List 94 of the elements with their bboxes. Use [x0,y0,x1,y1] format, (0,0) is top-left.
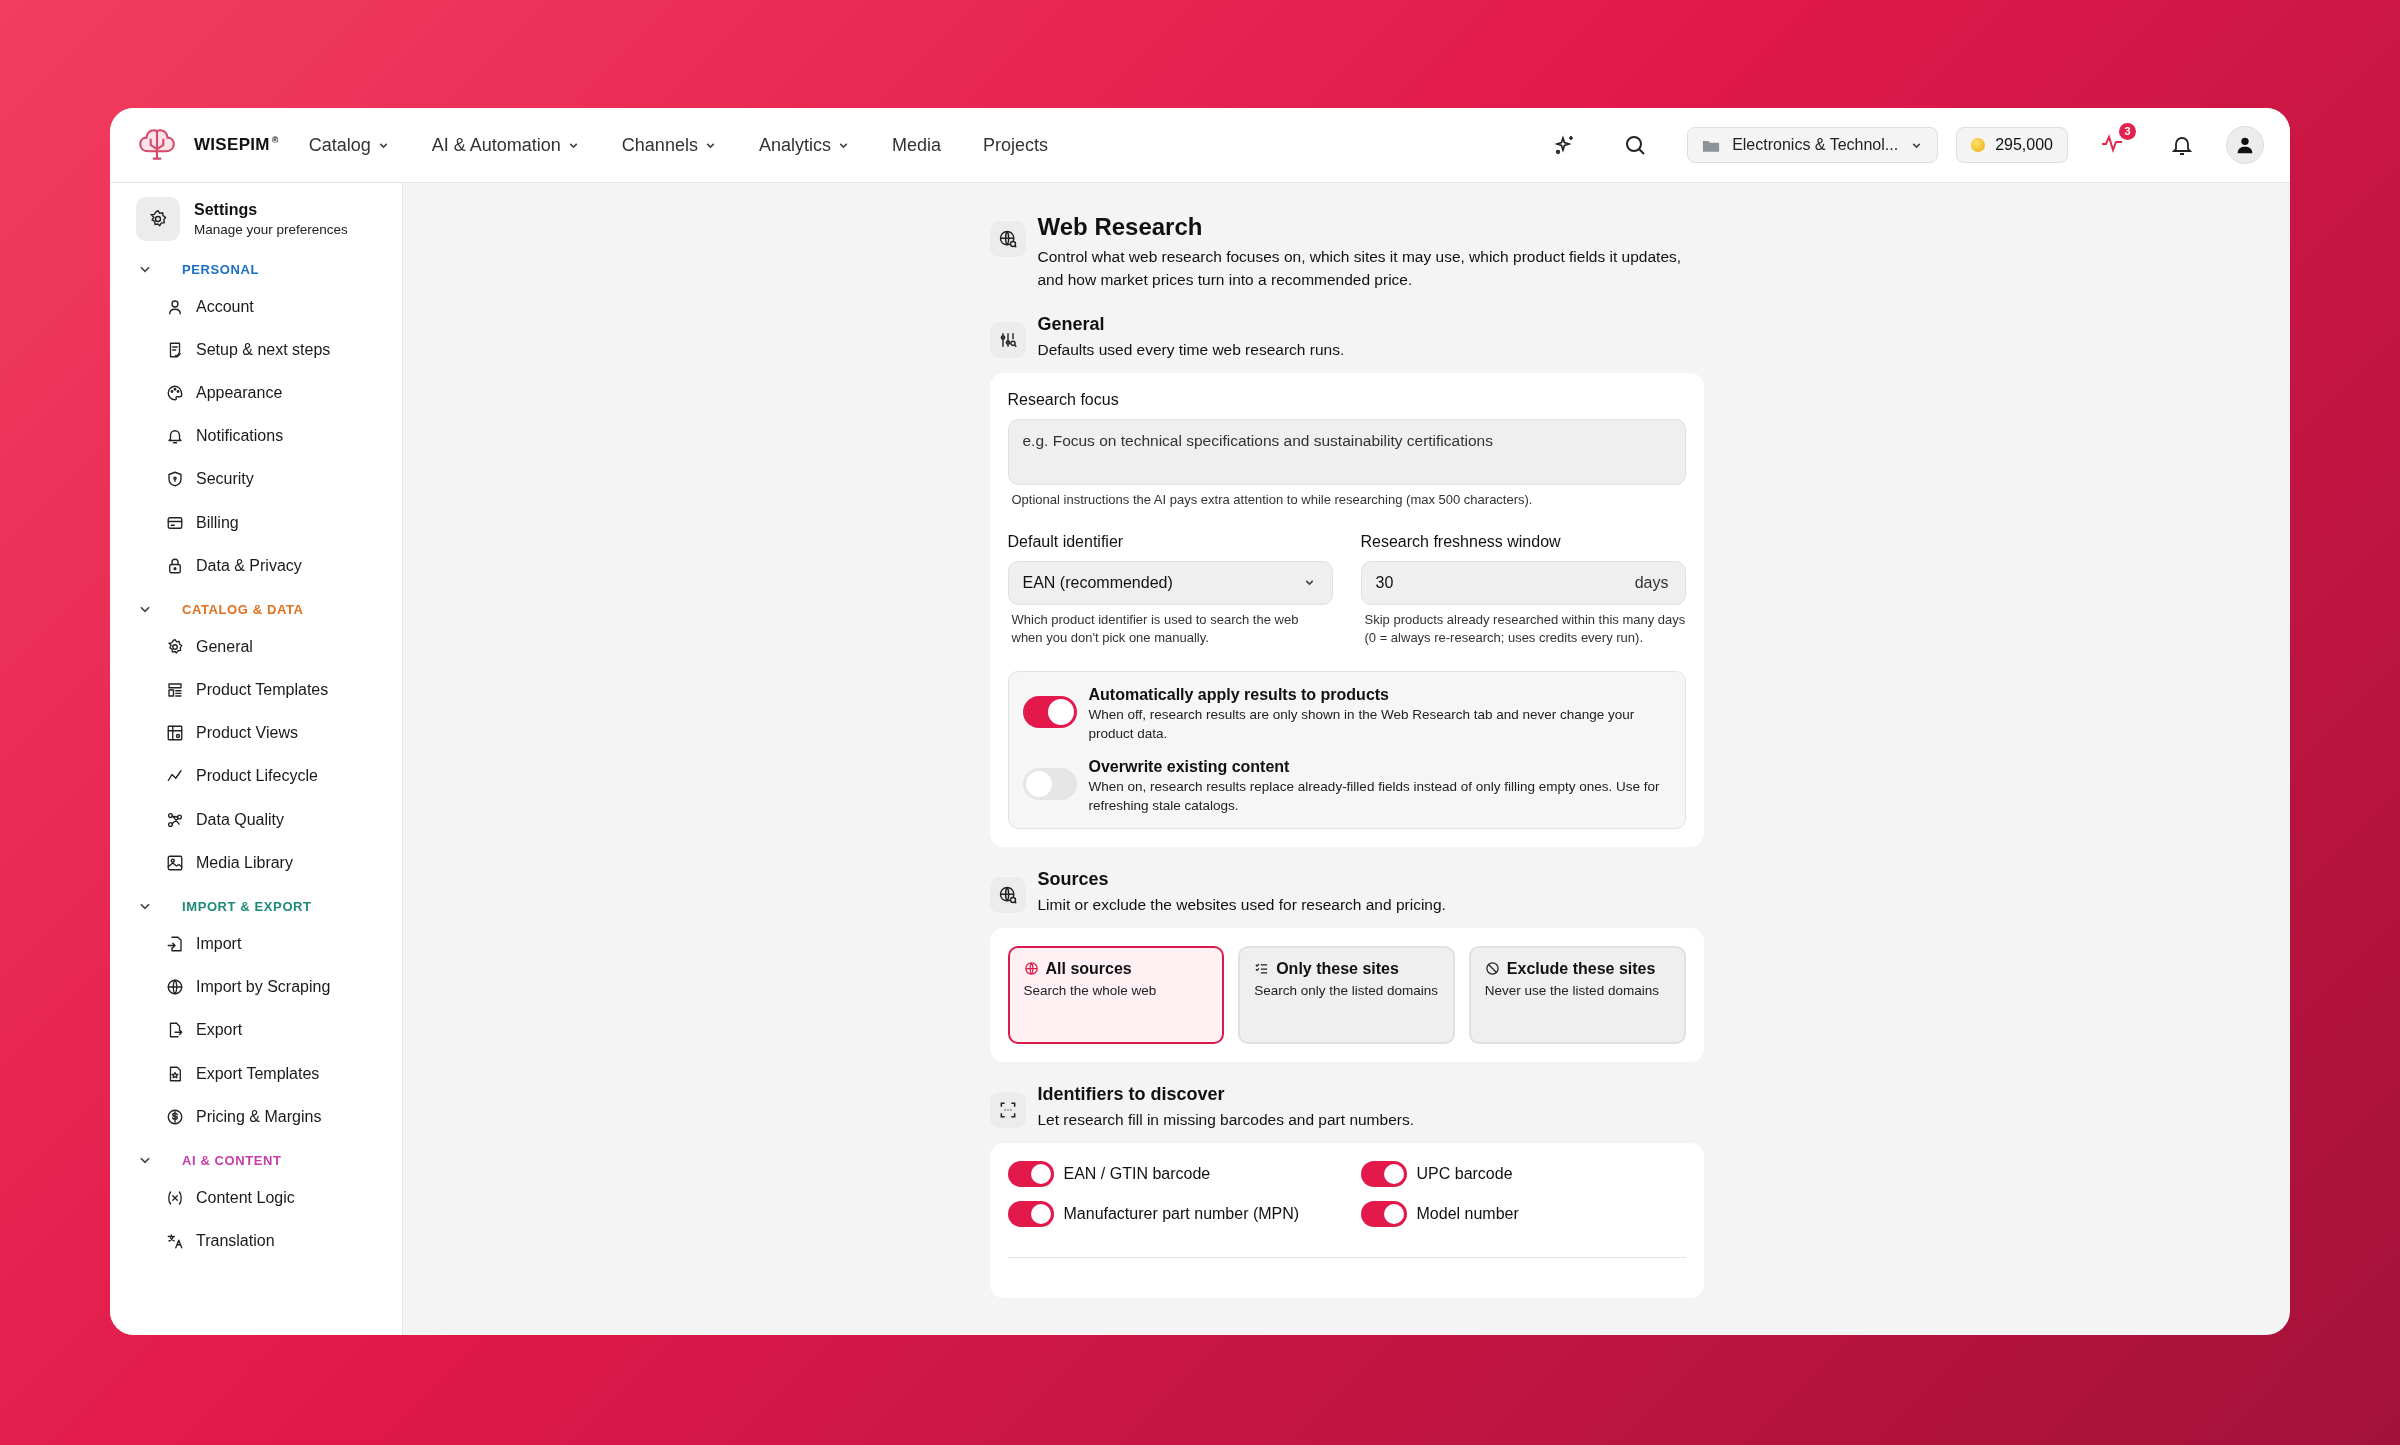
sidebar-item[interactable]: Billing [136,500,402,545]
identifier-select[interactable]: EAN (recommended) [1007,560,1333,605]
sidebar-item[interactable]: Account [136,285,402,329]
settings-icon [136,197,180,241]
toggle-description: When off, research results are only shown in the Web Research tab and never change your product data. [1088,706,1636,743]
toggle-title: Overwrite existing content [1088,757,1291,776]
menu-item-icon [166,383,184,402]
sidebar-item[interactable]: Media Library [136,841,402,885]
globe-search-icon [989,221,1026,257]
sidebar-item[interactable]: Import by Scraping [136,965,402,1009]
scan-icon [989,1091,1026,1128]
nav-menu-item[interactable]: Analytics [758,134,850,156]
credits-button[interactable]: 295,000 [1956,127,2068,163]
sidebar-item[interactable]: General [136,625,402,669]
toggle-title: Automatically apply results to products [1088,686,1390,705]
toggle-description: When on, research results replace already-filled fields instead of only filling empty ones. Use for refreshing stale catalogs. [1088,777,1661,815]
menu-item-icon [166,935,184,954]
sidebar-title: Settings [194,201,259,219]
menu-item-icon [166,556,184,575]
page-description: Control what web research focuses on, which sites it may use, which product fields it updates, and how market prices turn into a recommended price. [1037,247,1683,291]
source-option[interactable]: All sources Search the whole web [1007,945,1225,1044]
sidebar-item[interactable]: Content Logic [136,1176,402,1220]
section-title: General [1037,313,1106,335]
toggle-switch[interactable] [1022,696,1077,729]
sidebar-item[interactable]: Product Templates [136,668,402,712]
field-hint: Which product identifier is used to search the web when you don't pick one manually. [1011,610,1300,647]
toggle-switch[interactable] [1007,1160,1054,1187]
sidebar-item[interactable]: Notifications [136,414,402,458]
menu-item-icon [166,1107,184,1126]
menu-item-icon [166,978,184,997]
field-label: Default identifier [1007,532,1125,551]
avatar[interactable] [2226,126,2264,164]
sidebar-item[interactable]: Export Templates [136,1052,402,1096]
nav-menu-item[interactable]: Media [891,134,941,156]
field-hint: Optional instructions the AI pays extra attention to while researching (max 500 characters). [1011,490,1534,509]
sidebar-item[interactable]: Product Lifecycle [136,754,402,799]
menu-item-icon [166,427,184,446]
menu-item-icon [166,853,184,872]
freshness-field[interactable]: 30 days [1360,560,1686,605]
sidebar-item[interactable]: Pricing & Margins [136,1095,402,1139]
toggle-switch[interactable] [1360,1200,1407,1227]
group-heading[interactable]: AI & CONTENT [182,1152,282,1168]
sidebar-item[interactable]: Security [136,457,402,501]
nav-menu-item[interactable]: Catalog [308,134,390,156]
sidebar-item[interactable]: Data Quality [136,798,402,842]
toggle-switch[interactable] [1007,1200,1054,1227]
sidebar-item[interactable]: Setup & next steps [136,328,402,372]
group-heading[interactable]: IMPORT & EXPORT [182,898,312,914]
toggle-switch[interactable] [1022,767,1077,800]
source-option[interactable]: Exclude these sites Never use the listed domains [1468,945,1686,1044]
source-option-icon [1254,961,1270,977]
toggle-label: Manufacturer part number (MPN) [1063,1204,1300,1223]
menu-item-icon [166,810,184,829]
research-focus-field[interactable]: e.g. Focus on technical specifications and sustainability certifications [1007,418,1686,485]
toggle-label: EAN / GTIN barcode [1063,1164,1211,1183]
nav-menu-item[interactable]: Channels [621,134,717,156]
source-option-icon [1484,961,1500,977]
group-heading[interactable]: PERSONAL [182,261,260,277]
sidebar-item[interactable]: Export [136,1008,402,1052]
toggle-switch[interactable] [1360,1160,1407,1187]
page-title: Web Research [1037,213,1204,241]
section-description: Let research fill in missing barcodes and part numbers. [1037,1110,1414,1129]
workspace-dropdown[interactable]: Electronics & Technol... [1687,127,1939,163]
menu-item-icon [166,724,184,743]
source-option-icon [1023,961,1039,977]
field-hint: Skip products already researched within this many days (0 = always re-research; uses credits every run). [1364,610,1686,647]
sidebar-item[interactable]: Appearance [136,371,402,415]
sidebar-item[interactable]: Translation [136,1219,402,1263]
sidebar-item[interactable]: Data & Privacy [136,544,402,588]
globe-search-icon [989,876,1026,913]
sidebar-item[interactable]: Import [136,922,402,966]
field-label: Research focus [1007,390,1120,409]
brand-name[interactable]: WISEPIM$^{®}$ [194,135,279,155]
toggle-label: UPC barcode [1416,1164,1513,1183]
section-title: Identifiers to discover [1037,1083,1226,1105]
notification-count: 3 [2119,123,2136,140]
field-label: Research freshness window [1360,532,1562,551]
section-title: Sources [1037,868,1110,890]
section-description: Limit or exclude the websites used for research and pricing. [1037,895,1446,914]
nav-menu-item[interactable]: AI & Automation [431,134,580,156]
menu-item-icon [166,1232,184,1251]
menu-item-icon [166,470,184,489]
menu-item-icon [166,297,184,316]
coin-icon [1971,138,1986,152]
sliders-icon [989,321,1026,358]
menu-item-icon [166,681,184,700]
toggle-label: Model number [1416,1204,1519,1223]
nav-menu-item[interactable]: Projects [982,134,1048,156]
menu-item-icon [166,637,184,656]
sidebar-item[interactable]: Product Views [136,711,402,755]
section-description: Defaults used every time web research runs. [1037,340,1345,359]
sidebar-subtitle: Manage your preferences [194,222,348,237]
menu-item-icon [166,1188,184,1207]
source-option[interactable]: Only these sites Search only the listed domains [1238,945,1455,1044]
